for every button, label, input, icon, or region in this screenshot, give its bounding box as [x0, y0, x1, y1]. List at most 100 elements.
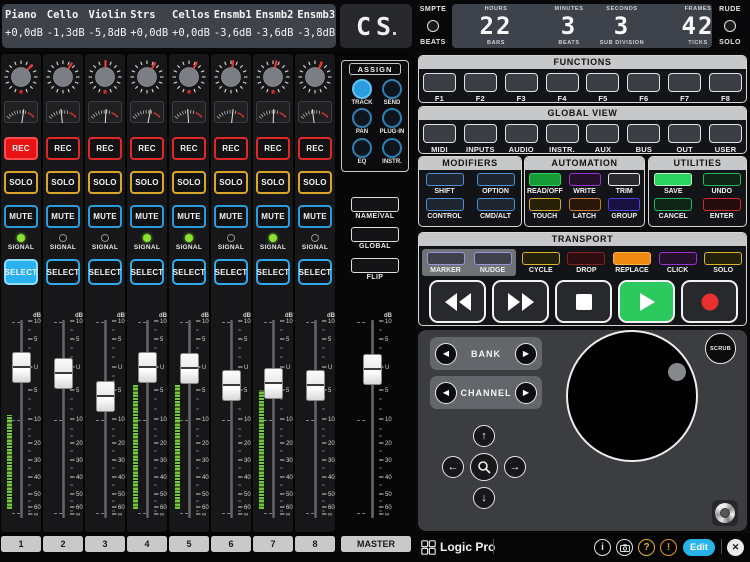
fader-handle[interactable] — [306, 370, 325, 401]
global-button[interactable] — [351, 227, 399, 242]
select-button[interactable]: SELECT — [130, 259, 164, 285]
assign-eq-button[interactable] — [352, 138, 372, 158]
fader-handle[interactable] — [138, 352, 157, 383]
solo-button[interactable]: SOLO — [46, 171, 80, 194]
cursor-up-button[interactable]: ↑ — [473, 425, 495, 447]
fader-handle[interactable] — [222, 370, 241, 401]
utility-cancel-button[interactable] — [654, 198, 692, 211]
select-button[interactable]: SELECT — [256, 259, 290, 285]
mute-button[interactable]: MUTE — [298, 205, 332, 228]
globalview-user-button[interactable] — [709, 124, 742, 143]
fader-handle[interactable] — [264, 368, 283, 399]
pan-knob[interactable] — [43, 57, 83, 99]
help-button[interactable]: ? — [638, 539, 655, 556]
bank-left-button[interactable]: ◀ — [435, 343, 457, 365]
cursor-right-button[interactable]: → — [504, 456, 526, 478]
cursor-left-button[interactable]: ← — [442, 456, 464, 478]
globalview-out-button[interactable] — [668, 124, 701, 143]
transport-drop-button[interactable] — [567, 252, 605, 265]
info-button[interactable]: i — [594, 539, 611, 556]
grid-view-icon[interactable] — [421, 540, 436, 555]
globalview-inputs-button[interactable] — [464, 124, 497, 143]
utility-save-button[interactable] — [654, 173, 692, 186]
pan-knob[interactable] — [1, 57, 41, 99]
rec-button[interactable]: REC — [172, 137, 206, 160]
function-f1-button[interactable] — [423, 73, 456, 92]
mute-button[interactable]: MUTE — [88, 205, 122, 228]
channel-right-button[interactable]: ▶ — [515, 382, 537, 404]
nameval-button[interactable] — [351, 197, 399, 212]
flip-button[interactable] — [351, 258, 399, 273]
rewind-button[interactable] — [429, 280, 486, 323]
scrub-button[interactable]: SCRUB — [705, 333, 736, 364]
utility-enter-button[interactable] — [703, 198, 741, 211]
rec-button[interactable]: REC — [298, 137, 332, 160]
transport-replace-button[interactable] — [613, 252, 651, 265]
solo-button[interactable]: SOLO — [214, 171, 248, 194]
fader-handle[interactable] — [12, 352, 31, 383]
channel-tab-5[interactable]: 5 — [169, 536, 209, 552]
jog-wheel[interactable] — [566, 330, 698, 462]
automation-group-button[interactable] — [608, 198, 640, 211]
transport-cycle-button[interactable] — [522, 252, 560, 265]
globalview-instr-button[interactable] — [546, 124, 579, 143]
bank-right-button[interactable]: ▶ — [515, 343, 537, 365]
channel-tab-3[interactable]: 3 — [85, 536, 125, 552]
master-fader-handle[interactable] — [363, 354, 382, 385]
fader-handle[interactable] — [96, 381, 115, 412]
cursor-down-button[interactable]: ↓ — [473, 487, 495, 509]
fader-handle[interactable] — [180, 353, 199, 384]
pan-knob[interactable] — [253, 57, 293, 99]
play-button[interactable] — [618, 280, 675, 323]
function-f5-button[interactable] — [586, 73, 619, 92]
mute-button[interactable]: MUTE — [130, 205, 164, 228]
function-f4-button[interactable] — [546, 73, 579, 92]
transport-marker-button[interactable] — [427, 252, 465, 265]
modifier-shift-button[interactable] — [426, 173, 464, 186]
select-button[interactable]: SELECT — [172, 259, 206, 285]
edit-button[interactable]: Edit — [683, 539, 715, 556]
function-f7-button[interactable] — [668, 73, 701, 92]
pan-knob[interactable] — [295, 57, 335, 99]
globalview-aux-button[interactable] — [586, 124, 619, 143]
solo-button[interactable]: SOLO — [298, 171, 332, 194]
channel-tab-7[interactable]: 7 — [253, 536, 293, 552]
forward-button[interactable] — [492, 280, 549, 323]
rec-button[interactable]: REC — [46, 137, 80, 160]
pan-knob[interactable] — [85, 57, 125, 99]
function-f2-button[interactable] — [464, 73, 497, 92]
globalview-bus-button[interactable] — [627, 124, 660, 143]
mute-button[interactable]: MUTE — [172, 205, 206, 228]
select-button[interactable]: SELECT — [214, 259, 248, 285]
pan-knob[interactable] — [169, 57, 209, 99]
rec-button[interactable]: REC — [256, 137, 290, 160]
channel-tab-8[interactable]: 8 — [295, 536, 335, 552]
fader-handle[interactable] — [54, 358, 73, 389]
assign-plugin-button[interactable] — [382, 108, 402, 128]
automation-readoff-button[interactable] — [529, 173, 561, 186]
stop-button[interactable] — [555, 280, 612, 323]
channel-tab-6[interactable]: 6 — [211, 536, 251, 552]
screenshot-button[interactable] — [616, 539, 633, 556]
mute-button[interactable]: MUTE — [256, 205, 290, 228]
globalview-midi-button[interactable] — [423, 124, 456, 143]
channel-left-button[interactable]: ◀ — [435, 382, 457, 404]
modifier-cmdalt-button[interactable] — [477, 198, 515, 211]
automation-touch-button[interactable] — [529, 198, 561, 211]
mute-button[interactable]: MUTE — [46, 205, 80, 228]
automation-latch-button[interactable] — [569, 198, 601, 211]
select-button[interactable]: SELECT — [4, 259, 38, 285]
channel-tab-2[interactable]: 2 — [43, 536, 83, 552]
rec-button[interactable]: REC — [214, 137, 248, 160]
modifier-option-button[interactable] — [477, 173, 515, 186]
channel-tab-1[interactable]: 1 — [1, 536, 41, 552]
tab-master[interactable]: MASTER — [341, 536, 411, 552]
modifier-control-button[interactable] — [426, 198, 464, 211]
pan-knob[interactable] — [127, 57, 167, 99]
rec-button[interactable]: REC — [4, 137, 38, 160]
function-f6-button[interactable] — [627, 73, 660, 92]
function-f8-button[interactable] — [709, 73, 742, 92]
solo-button[interactable]: SOLO — [88, 171, 122, 194]
channel-tab-4[interactable]: 4 — [127, 536, 167, 552]
solo-button[interactable]: SOLO — [256, 171, 290, 194]
